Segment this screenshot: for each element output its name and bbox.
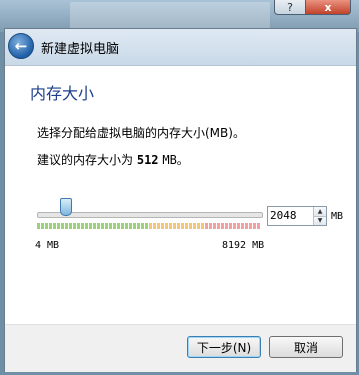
slider-scale-segment: [177, 223, 180, 229]
back-arrow-icon[interactable]: ←: [8, 33, 34, 59]
memory-size-input[interactable]: [268, 207, 314, 225]
help-button[interactable]: ?: [274, 0, 306, 15]
slider-scale-segment: [73, 223, 76, 229]
slider-scale-segment: [217, 223, 220, 229]
memory-unit-label: MB: [331, 211, 344, 222]
wizard-header: ← 新建虚拟电脑: [5, 29, 356, 65]
chevron-up-icon[interactable]: ▲: [314, 207, 326, 217]
slider-scale-segment: [185, 223, 188, 229]
slider-scale-segment: [221, 223, 224, 229]
slider-scale-segment: [169, 223, 172, 229]
slider-scale-segment: [129, 223, 132, 229]
slider-scale-segment: [49, 223, 52, 229]
slider-scale-segment: [233, 223, 236, 229]
wizard-window: ← 新建虚拟电脑 内存大小 选择分配给虚拟电脑的内存大小(MB)。 建议的内存大…: [4, 28, 357, 372]
slider-scale-segment: [37, 223, 40, 229]
slider-scale-segment: [61, 223, 64, 229]
slider-scale-segment: [57, 223, 60, 229]
slider-scale-segment: [145, 223, 148, 229]
slider-scale-segment: [101, 223, 104, 229]
recommend-prefix: 建议的内存大小为: [37, 153, 134, 167]
slider-scale-segment: [105, 223, 108, 229]
slider-scale-segment: [237, 223, 240, 229]
slider-scale-segment: [205, 223, 208, 229]
slider-scale-segment: [109, 223, 112, 229]
slider-scale-segment: [257, 223, 260, 229]
wizard-title: 新建虚拟电脑: [41, 42, 120, 57]
slider-scale-segment: [89, 223, 92, 229]
slider-scale-segment: [201, 223, 204, 229]
slider-scale-segment: [161, 223, 164, 229]
slider-scale-segment: [141, 223, 144, 229]
slider-scale-segment: [193, 223, 196, 229]
slider-scale-segment: [241, 223, 244, 229]
slider-scale-segment: [165, 223, 168, 229]
slider-scale-segment: [229, 223, 232, 229]
slider-scale-segment: [249, 223, 252, 229]
slider-scale-segment: [181, 223, 184, 229]
slider-scale-segment: [93, 223, 96, 229]
slider-scale-segment: [125, 223, 128, 229]
wizard-footer: 下一步(N) 取消: [5, 324, 356, 372]
slider-scale-segment: [157, 223, 160, 229]
wizard-content: 内存大小 选择分配给虚拟电脑的内存大小(MB)。 建议的内存大小为 512 MB…: [5, 65, 356, 324]
memory-slider-scale: [37, 223, 261, 229]
slider-scale-segment: [189, 223, 192, 229]
chevron-down-icon[interactable]: ▼: [314, 216, 326, 225]
close-button[interactable]: x: [306, 0, 351, 15]
slider-scale-segment: [209, 223, 212, 229]
slider-scale-segment: [213, 223, 216, 229]
page-title: 内存大小: [30, 84, 95, 103]
slider-scale-segment: [81, 223, 84, 229]
memory-slider-thumb[interactable]: [59, 198, 72, 216]
recommended-memory-text: 建议的内存大小为 512 MB。: [37, 151, 189, 168]
slider-scale-segment: [85, 223, 88, 229]
slider-scale-segment: [97, 223, 100, 229]
slider-scale-segment: [197, 223, 200, 229]
slider-scale-segment: [77, 223, 80, 229]
next-button[interactable]: 下一步(N): [187, 336, 261, 358]
slider-scale-segment: [133, 223, 136, 229]
memory-size-spinbox[interactable]: ▲ ▼: [267, 206, 327, 226]
slider-scale-segment: [117, 223, 120, 229]
memory-description: 选择分配给虚拟电脑的内存大小(MB)。: [37, 126, 245, 140]
spin-buttons: ▲ ▼: [313, 207, 326, 225]
slider-scale-segment: [121, 223, 124, 229]
slider-scale-segment: [137, 223, 140, 229]
slider-min-label: 4 MB: [35, 240, 60, 251]
slider-scale-segment: [69, 223, 72, 229]
slider-scale-segment: [113, 223, 116, 229]
slider-scale-segment: [173, 223, 176, 229]
slider-scale-segment: [65, 223, 68, 229]
slider-scale-segment: [45, 223, 48, 229]
slider-scale-segment: [41, 223, 44, 229]
slider-scale-segment: [53, 223, 56, 229]
slider-scale-segment: [149, 223, 152, 229]
slider-scale-segment: [153, 223, 156, 229]
slider-scale-segment: [253, 223, 256, 229]
slider-scale-segment: [225, 223, 228, 229]
title-bar-buttons: ? x: [274, 0, 351, 15]
slider-max-label: 8192 MB: [222, 240, 265, 251]
recommend-suffix: MB。: [162, 153, 189, 167]
cancel-button[interactable]: 取消: [269, 336, 343, 358]
slider-scale-segment: [245, 223, 248, 229]
recommend-value: 512: [136, 153, 159, 167]
